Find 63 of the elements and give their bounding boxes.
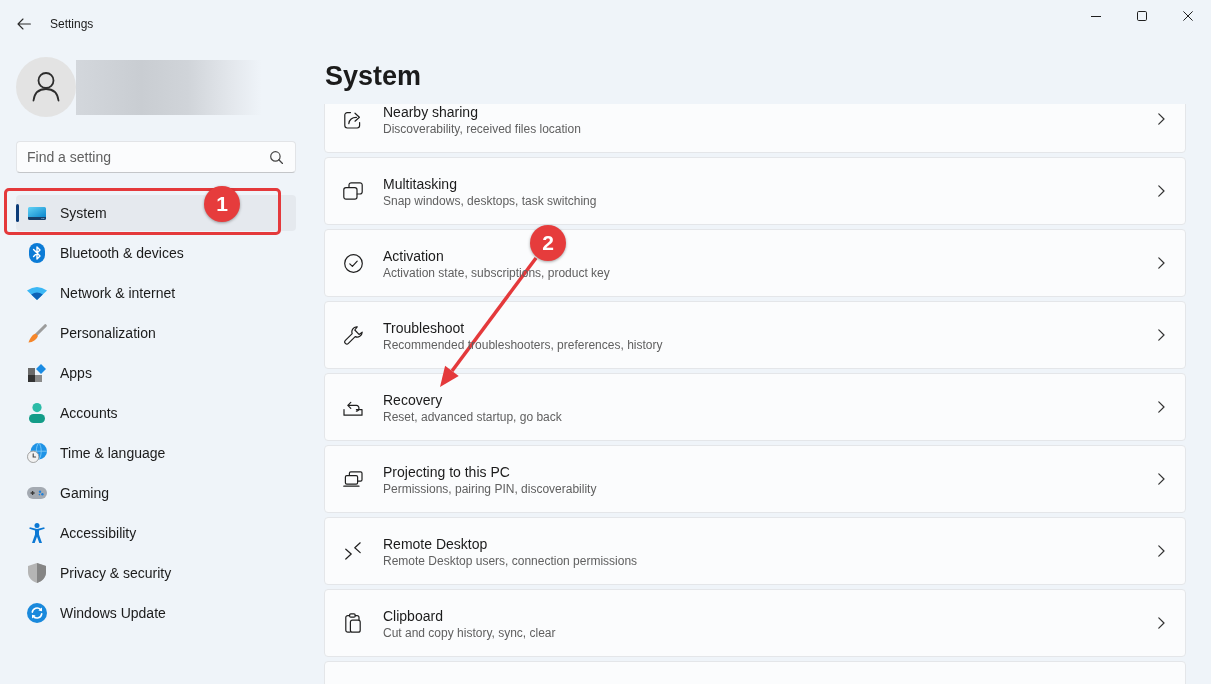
card-subtitle: Permissions, pairing PIN, discoverability bbox=[383, 481, 597, 497]
chevron-right-icon bbox=[1158, 257, 1165, 269]
settings-card[interactable]: Projecting to this PC Permissions, pairing PIN, discoverability bbox=[324, 445, 1186, 513]
paintbrush-icon bbox=[27, 323, 47, 343]
card-title: Recovery bbox=[383, 391, 443, 409]
accessibility-icon bbox=[29, 523, 45, 543]
sidebar-item[interactable]: Gaming bbox=[16, 475, 296, 511]
card-subtitle: Discoverability, received files location bbox=[383, 121, 581, 137]
settings-card[interactable]: Recovery Reset, advanced startup, go back bbox=[324, 373, 1186, 441]
overlapping-windows-icon bbox=[343, 182, 363, 200]
card-title: Troubleshoot bbox=[383, 319, 465, 337]
sidebar-item[interactable]: Bluetooth & devices bbox=[16, 235, 296, 271]
sidebar-item[interactable]: Apps bbox=[16, 355, 296, 391]
chevron-right-icon bbox=[1158, 545, 1165, 557]
screens-icon bbox=[343, 471, 363, 487]
chevron-right-icon bbox=[1158, 617, 1165, 629]
sidebar-item[interactable]: Accounts bbox=[16, 395, 296, 431]
avatar-icon bbox=[16, 57, 76, 117]
chevron-right-icon bbox=[1158, 113, 1165, 125]
person-icon bbox=[29, 403, 45, 423]
card-title: Clipboard bbox=[383, 607, 443, 625]
settings-card[interactable]: Nearby sharing Discoverability, received files location bbox=[324, 104, 1186, 153]
shield-icon bbox=[28, 563, 46, 583]
share-icon bbox=[343, 109, 363, 129]
chevron-right-icon bbox=[1158, 185, 1165, 197]
window-title: Settings bbox=[50, 17, 94, 31]
card-title: Multitasking bbox=[383, 175, 457, 193]
sidebar-item[interactable]: Personalization bbox=[16, 315, 296, 351]
settings-card[interactable]: Multitasking Snap windows, desktops, task switching bbox=[324, 157, 1186, 225]
bluetooth-icon bbox=[29, 243, 45, 263]
settings-card[interactable]: Clipboard Cut and copy history, sync, clear bbox=[324, 589, 1186, 657]
globe-clock-icon bbox=[27, 443, 47, 463]
monitor-icon bbox=[28, 206, 46, 220]
check-circle-icon bbox=[343, 253, 363, 273]
card-title: Activation bbox=[383, 247, 444, 265]
settings-card[interactable]: Remote Desktop Remote Desktop users, connection permissions bbox=[324, 517, 1186, 585]
wrench-icon bbox=[343, 325, 363, 345]
close-icon bbox=[1183, 11, 1193, 21]
apps-grid-icon bbox=[28, 364, 46, 382]
card-subtitle: Snap windows, desktops, task switching bbox=[383, 193, 597, 209]
sidebar-item[interactable]: Accessibility bbox=[16, 515, 296, 551]
sidebar-item[interactable]: Privacy & security bbox=[16, 555, 296, 591]
page-title: System bbox=[324, 60, 422, 93]
card-title: Nearby sharing bbox=[383, 104, 478, 121]
back-arrow-icon bbox=[17, 18, 31, 30]
gamepad-icon bbox=[27, 487, 47, 499]
sync-arrows-icon bbox=[27, 603, 47, 623]
chevron-right-icon bbox=[1158, 329, 1165, 341]
card-title: Remote Desktop bbox=[383, 535, 488, 553]
sidebar-item[interactable]: Windows Update bbox=[16, 595, 296, 631]
maximize-icon bbox=[1137, 11, 1147, 21]
sidebar-item[interactable]: Time & language bbox=[16, 435, 296, 471]
sidebar-item[interactable]: Network & internet bbox=[16, 275, 296, 311]
inward-chevrons-icon bbox=[345, 542, 361, 560]
card-subtitle: Reset, advanced startup, go back bbox=[383, 409, 562, 425]
wifi-icon bbox=[27, 286, 47, 300]
clipboard-icon bbox=[345, 613, 361, 633]
card-subtitle: Remote Desktop users, connection permissions bbox=[383, 553, 638, 569]
chevron-right-icon bbox=[1158, 473, 1165, 485]
minimize-icon bbox=[1091, 15, 1101, 17]
card-subtitle: Cut and copy history, sync, clear bbox=[383, 625, 556, 641]
card-title: Projecting to this PC bbox=[383, 463, 510, 481]
chevron-right-icon bbox=[1158, 401, 1165, 413]
